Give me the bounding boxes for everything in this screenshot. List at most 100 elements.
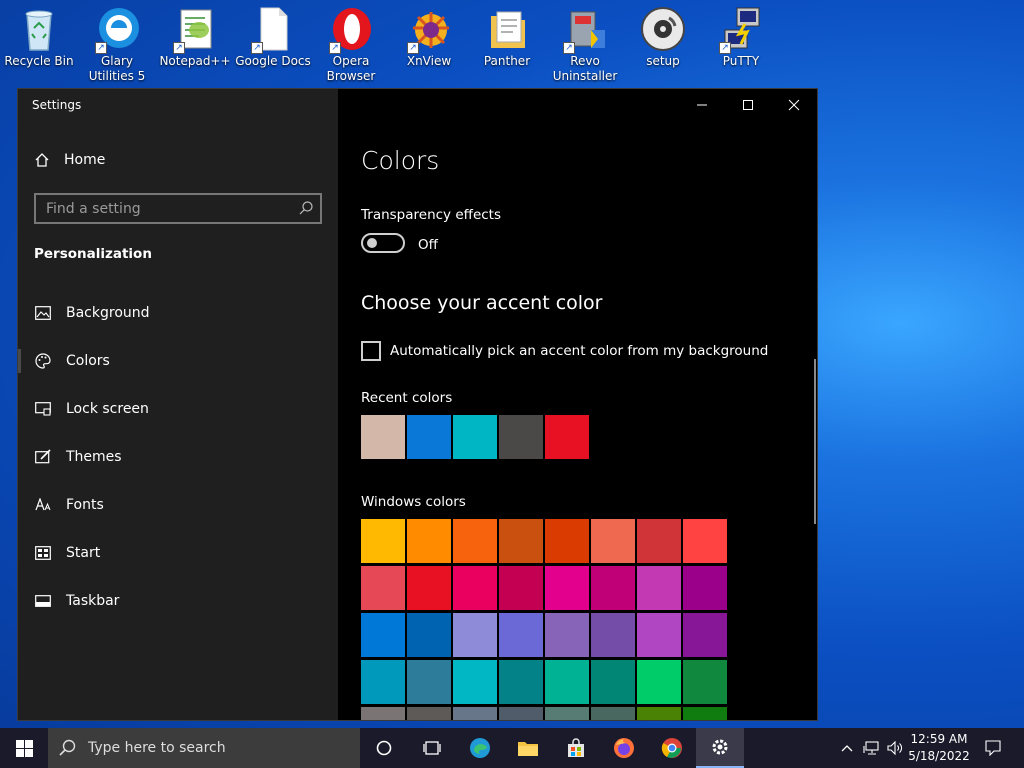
windows-color-swatch[interactable]	[407, 519, 451, 563]
desktop-icon-glary-utilities[interactable]: ↗ Glary Utilities 5	[78, 4, 156, 84]
windows-color-swatch[interactable]	[591, 660, 635, 704]
personalization-nav: Background Colors Lock screen Themes Fon…	[18, 289, 338, 625]
close-icon	[788, 99, 800, 111]
home-label: Home	[64, 152, 106, 168]
chrome-taskbar-button[interactable]	[648, 728, 696, 768]
desktop-icon-putty[interactable]: ↗ PuTTY	[702, 4, 780, 69]
scrollbar[interactable]	[814, 359, 816, 524]
sidebar-item-lock-screen[interactable]: Lock screen	[18, 385, 338, 433]
maximize-button[interactable]	[725, 89, 771, 121]
home-icon	[35, 153, 49, 167]
auto-accent-checkbox[interactable]	[361, 341, 381, 361]
shortcut-arrow-icon: ↗	[173, 42, 185, 54]
sidebar-item-fonts[interactable]: Fonts	[18, 481, 338, 529]
desktop-icon-recycle-bin[interactable]: Recycle Bin	[0, 4, 78, 69]
desktop-icon-xnview[interactable]: ↗ XnView	[390, 4, 468, 69]
edge-taskbar-button[interactable]	[456, 728, 504, 768]
close-button[interactable]	[771, 89, 817, 121]
windows-color-swatch[interactable]	[407, 660, 451, 704]
windows-color-swatch[interactable]	[545, 707, 589, 720]
windows-color-swatch[interactable]	[361, 660, 405, 704]
windows-color-swatch[interactable]	[683, 707, 727, 720]
recent-color-swatch[interactable]	[545, 415, 589, 459]
windows-logo-icon	[15, 739, 33, 757]
shortcut-arrow-icon: ↗	[407, 42, 419, 54]
windows-color-swatch[interactable]	[683, 613, 727, 657]
auto-accent-label[interactable]: Automatically pick an accent color from …	[390, 343, 768, 359]
windows-color-swatch[interactable]	[591, 519, 635, 563]
windows-color-swatch[interactable]	[545, 660, 589, 704]
recent-color-swatch[interactable]	[361, 415, 405, 459]
show-hidden-icons-button[interactable]	[836, 728, 858, 768]
windows-color-swatch[interactable]	[545, 566, 589, 610]
transparency-toggle[interactable]	[361, 233, 405, 253]
taskbar-search-box[interactable]: Type here to search	[48, 728, 360, 768]
sidebar-item-taskbar[interactable]: Taskbar	[18, 577, 338, 625]
windows-color-swatch[interactable]	[361, 519, 405, 563]
windows-color-swatch[interactable]	[453, 519, 497, 563]
windows-color-swatch[interactable]	[545, 613, 589, 657]
sidebar-item-label: Themes	[66, 449, 122, 465]
desktop-icon-opera[interactable]: ↗ Opera Browser	[312, 4, 390, 84]
desktop-icon-panther[interactable]: Panther	[468, 4, 546, 69]
recent-color-swatch[interactable]	[453, 415, 497, 459]
sidebar-item-colors[interactable]: Colors	[18, 337, 338, 385]
cortana-button[interactable]	[360, 728, 408, 768]
find-setting-search-box[interactable]: Find a setting	[34, 193, 322, 224]
task-view-button[interactable]	[408, 728, 456, 768]
windows-color-swatch[interactable]	[499, 519, 543, 563]
windows-color-swatch[interactable]	[407, 566, 451, 610]
windows-color-swatch[interactable]	[499, 613, 543, 657]
windows-color-swatch[interactable]	[637, 613, 681, 657]
windows-color-swatch[interactable]	[591, 707, 635, 720]
windows-color-swatch[interactable]	[361, 566, 405, 610]
desktop-icon-revo-uninstaller[interactable]: ↗ Revo Uninstaller	[546, 4, 624, 84]
start-button[interactable]	[0, 728, 48, 768]
recent-color-swatch[interactable]	[499, 415, 543, 459]
home-nav-item[interactable]: Home	[34, 152, 105, 168]
windows-color-swatch[interactable]	[683, 660, 727, 704]
windows-color-swatch[interactable]	[499, 660, 543, 704]
windows-color-swatch[interactable]	[453, 566, 497, 610]
windows-color-swatch[interactable]	[591, 566, 635, 610]
windows-color-swatch[interactable]	[453, 613, 497, 657]
recycle-bin-icon	[15, 4, 63, 54]
windows-color-swatch[interactable]	[683, 519, 727, 563]
windows-color-swatch[interactable]	[361, 707, 405, 720]
taskbar-clock[interactable]: 12:59 AM 5/18/2022	[906, 731, 972, 765]
sidebar-item-start[interactable]: Start	[18, 529, 338, 577]
windows-color-swatch[interactable]	[499, 566, 543, 610]
windows-color-swatch[interactable]	[637, 566, 681, 610]
file-explorer-taskbar-button[interactable]	[504, 728, 552, 768]
desktop-icon-google-docs[interactable]: ↗ Google Docs	[234, 4, 312, 69]
notifications-button[interactable]	[978, 728, 1008, 768]
toggle-knob	[367, 238, 377, 248]
windows-color-swatch[interactable]	[453, 707, 497, 720]
windows-color-swatch[interactable]	[499, 707, 543, 720]
recent-color-swatch[interactable]	[407, 415, 451, 459]
sidebar-item-background[interactable]: Background	[18, 289, 338, 337]
windows-color-swatch[interactable]	[591, 613, 635, 657]
windows-color-swatch[interactable]	[637, 519, 681, 563]
windows-color-swatch[interactable]	[407, 707, 451, 720]
brush-icon	[34, 448, 52, 466]
settings-taskbar-button[interactable]	[696, 728, 744, 768]
store-taskbar-button[interactable]	[552, 728, 600, 768]
settings-sidebar: Settings Home Find a setting Personaliza…	[18, 89, 338, 720]
windows-color-swatch[interactable]	[453, 660, 497, 704]
desktop-icon-setup[interactable]: setup	[624, 4, 702, 69]
sidebar-item-label: Lock screen	[66, 401, 149, 417]
desktop-icon-notepad-plus-plus[interactable]: ↗ Notepad++	[156, 4, 234, 69]
windows-color-swatch[interactable]	[361, 613, 405, 657]
windows-color-swatch[interactable]	[683, 566, 727, 610]
windows-color-swatch[interactable]	[637, 707, 681, 720]
windows-color-swatch[interactable]	[545, 519, 589, 563]
windows-color-swatch[interactable]	[637, 660, 681, 704]
minimize-button[interactable]	[679, 89, 725, 121]
sidebar-item-themes[interactable]: Themes	[18, 433, 338, 481]
network-button[interactable]	[860, 728, 882, 768]
settings-window: Settings Home Find a setting Personaliza…	[17, 88, 818, 721]
firefox-taskbar-button[interactable]	[600, 728, 648, 768]
volume-button[interactable]	[884, 728, 906, 768]
windows-color-swatch[interactable]	[407, 613, 451, 657]
